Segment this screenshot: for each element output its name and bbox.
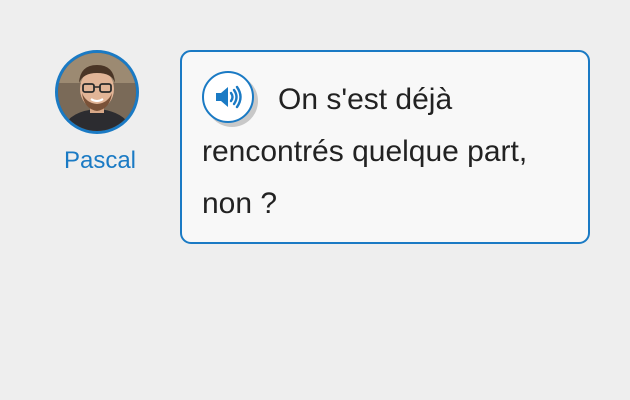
speaker-name: Pascal bbox=[63, 147, 137, 174]
person-photo-icon bbox=[58, 53, 136, 131]
bubble-text: On s'est déjà rencontrés quelque part, n… bbox=[202, 83, 528, 220]
speaker-avatar bbox=[55, 50, 139, 134]
speech-bubble: On s'est déjà rencontrés quelque part, n… bbox=[180, 50, 590, 244]
